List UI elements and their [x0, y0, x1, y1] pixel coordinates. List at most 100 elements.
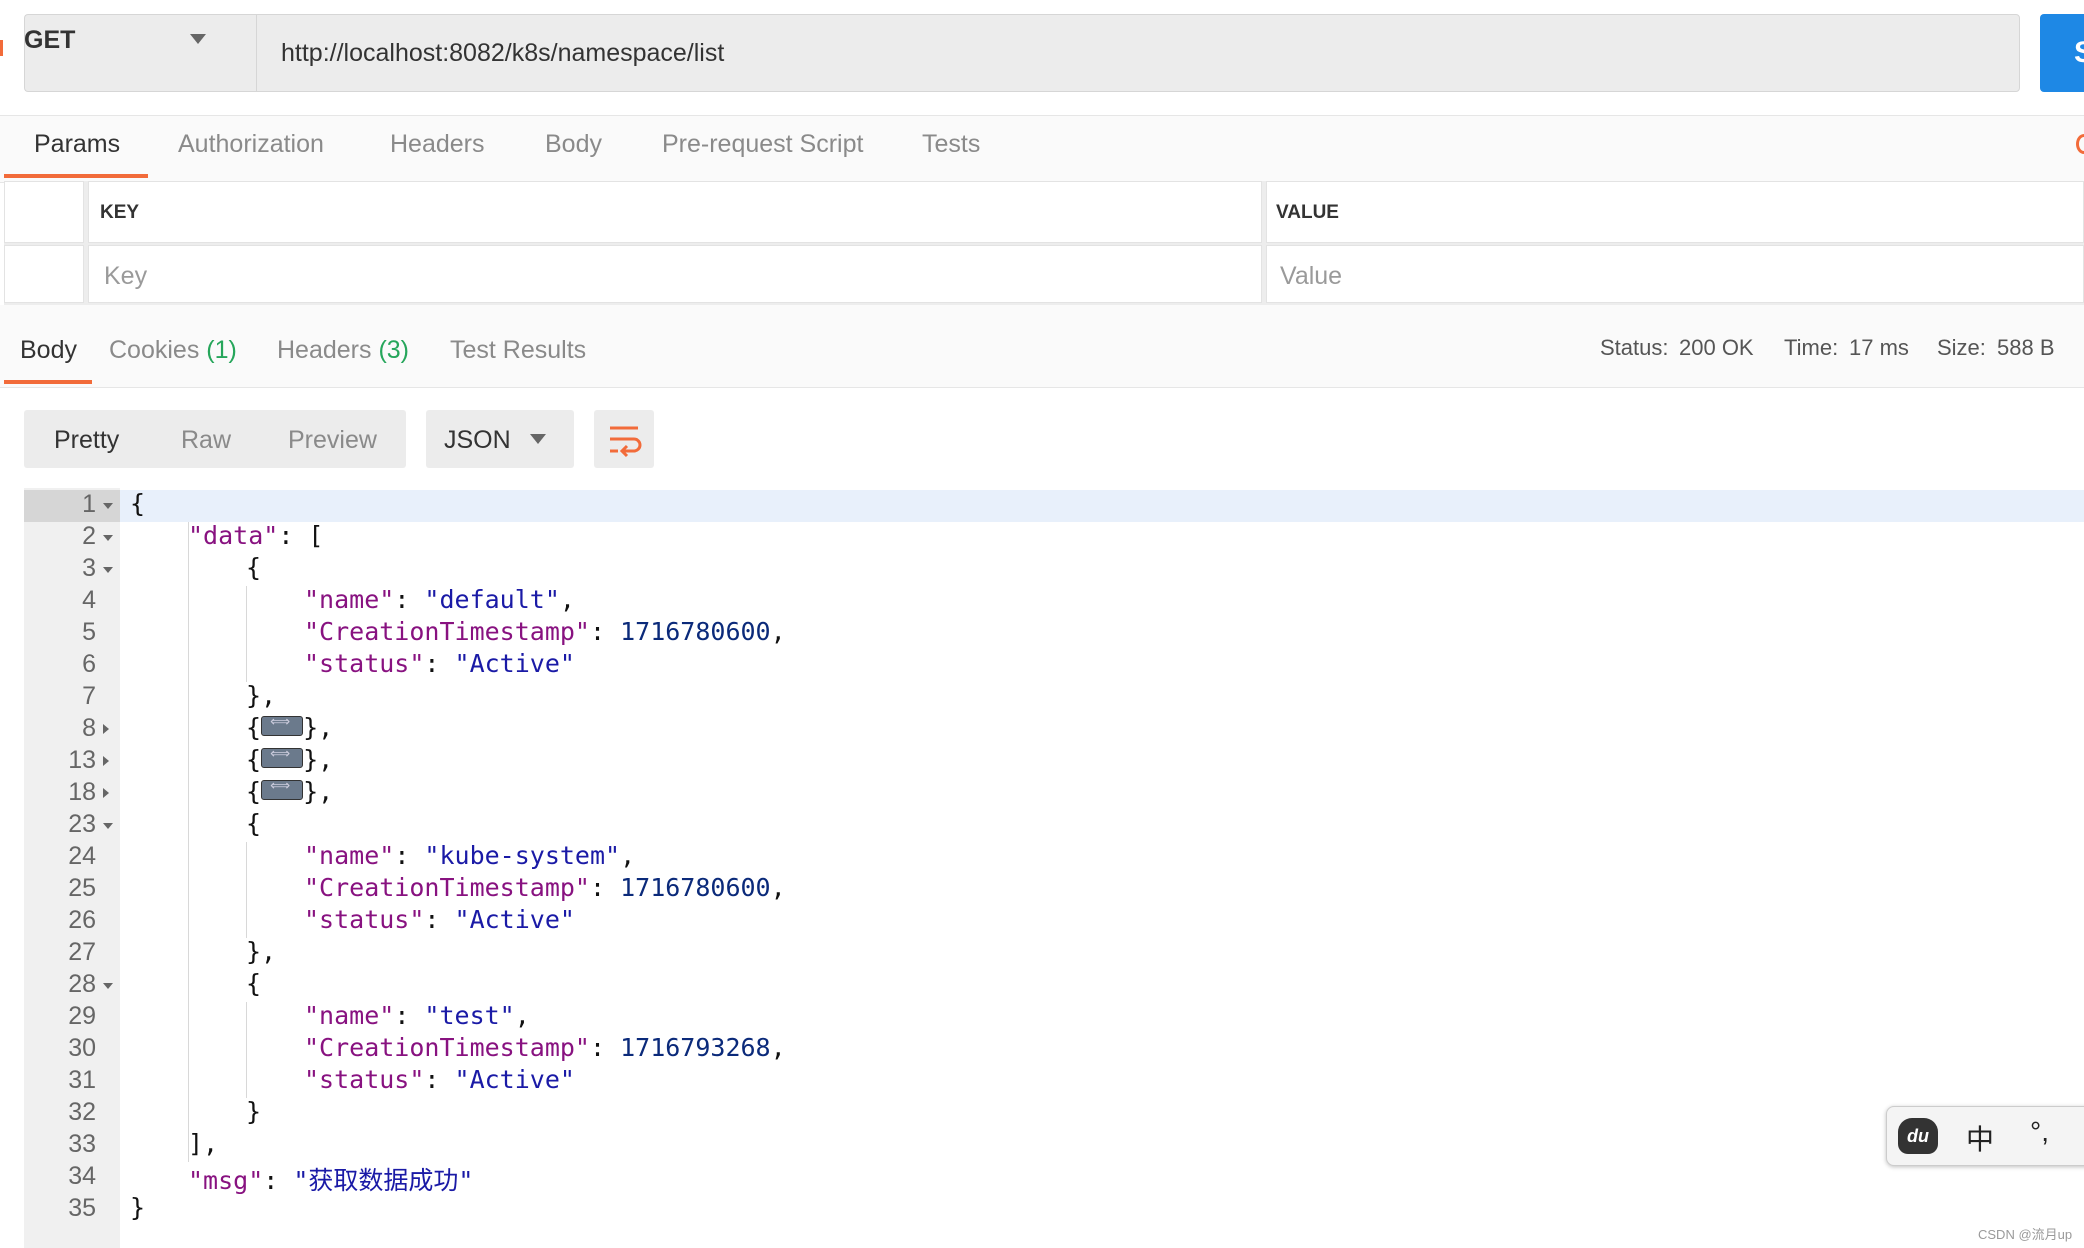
- fold-toggle-icon[interactable]: [103, 983, 113, 989]
- code-line: "name": "default",: [304, 585, 575, 614]
- format-select-value: JSON: [444, 426, 511, 454]
- param-value-input[interactable]: [1266, 245, 2084, 303]
- status-value: 200 OK: [1679, 335, 1754, 360]
- params-key-header-cell: [88, 181, 1262, 243]
- active-tab-indicator: [4, 174, 148, 178]
- wrap-lines-icon: [610, 426, 642, 458]
- tab-tests[interactable]: Tests: [922, 130, 980, 159]
- raw-button[interactable]: Raw: [181, 426, 231, 455]
- headers-label: Headers: [277, 336, 372, 364]
- unfold-toggle-icon[interactable]: [103, 756, 109, 766]
- line-number: 32: [68, 1098, 96, 1126]
- fold-toggle-icon[interactable]: [103, 535, 113, 541]
- line-number: 24: [68, 842, 96, 870]
- response-tab-test-results[interactable]: Test Results: [450, 336, 586, 365]
- params-value-header-cell: [1266, 181, 2084, 243]
- unfold-toggle-icon[interactable]: [103, 724, 109, 734]
- line-number: 8: [82, 714, 96, 742]
- fold-toggle-icon[interactable]: [103, 823, 113, 829]
- line-number: 35: [68, 1194, 96, 1222]
- chevron-down-icon[interactable]: [190, 34, 206, 44]
- response-tab-headers[interactable]: Headers (3): [277, 336, 409, 365]
- unfold-toggle-icon[interactable]: [103, 788, 109, 798]
- line-number: 18: [68, 778, 96, 806]
- url-input[interactable]: [256, 14, 2020, 92]
- line-number: 34: [68, 1162, 96, 1190]
- tab-pre-request-script[interactable]: Pre-request Script: [662, 130, 863, 159]
- json-key: "name": [304, 1001, 395, 1030]
- code-line: },: [246, 681, 277, 710]
- size-value: 588 B: [1997, 335, 2055, 360]
- pretty-button[interactable]: Pretty: [54, 426, 119, 455]
- line-number: 33: [68, 1130, 96, 1158]
- line-number: 31: [68, 1066, 96, 1094]
- line-number: 23: [68, 810, 96, 838]
- code-line: "name": "test",: [304, 1001, 530, 1030]
- tab-headers[interactable]: Headers: [390, 130, 485, 159]
- code-line: {: [246, 969, 262, 998]
- tab-params[interactable]: Params: [34, 130, 120, 159]
- json-string: "default": [424, 585, 560, 614]
- collapsed-block-icon[interactable]: [261, 746, 304, 768]
- json-key: "status": [304, 1065, 425, 1094]
- tab-authorization[interactable]: Authorization: [178, 130, 324, 159]
- ime-logo-icon[interactable]: du: [1898, 1118, 1938, 1154]
- json-key: "name": [304, 841, 395, 870]
- code-line: {},: [246, 745, 333, 774]
- code-line: "status": "Active": [304, 1065, 575, 1094]
- json-string: "test": [424, 1001, 515, 1030]
- active-line-highlight: [120, 490, 2084, 522]
- wrap-lines-button[interactable]: [594, 410, 654, 468]
- response-tab-cookies[interactable]: Cookies (1): [109, 336, 237, 365]
- line-number: 3: [82, 554, 96, 582]
- code-line: {: [130, 489, 146, 518]
- ime-punctuation-toggle[interactable]: °,: [2030, 1116, 2049, 1148]
- json-string: "Active": [454, 1065, 575, 1094]
- response-tab-body[interactable]: Body: [20, 336, 77, 365]
- status-label: Status:: [1600, 335, 1669, 360]
- time-label: Time:: [1784, 335, 1839, 360]
- json-string: "Active": [454, 649, 575, 678]
- tab-body[interactable]: Body: [545, 130, 602, 159]
- collapsed-block-icon[interactable]: [261, 714, 304, 736]
- json-string: "kube-system": [424, 841, 621, 870]
- line-number: 27: [68, 938, 96, 966]
- code-line: {: [246, 809, 262, 838]
- param-key-input[interactable]: [88, 245, 1262, 303]
- code-line: "CreationTimestamp": 1716793268,: [304, 1033, 786, 1062]
- params-checkbox-header: [4, 181, 84, 243]
- json-key: "name": [304, 585, 395, 614]
- code-line: {: [246, 553, 262, 582]
- json-key: "CreationTimestamp": [304, 873, 590, 902]
- line-number: 29: [68, 1002, 96, 1030]
- cookies-label: Cookies: [109, 336, 200, 364]
- active-response-tab-indicator: [4, 380, 92, 384]
- code-line: "name": "kube-system",: [304, 841, 636, 870]
- fold-toggle-icon[interactable]: [103, 567, 113, 573]
- collapsed-block-icon[interactable]: [261, 778, 304, 800]
- line-number: 2: [82, 522, 96, 550]
- json-key: "CreationTimestamp": [304, 1033, 590, 1062]
- indent-guide: [246, 586, 247, 682]
- preview-button[interactable]: Preview: [288, 426, 377, 455]
- json-key: "msg": [188, 1166, 264, 1195]
- headers-count: (3): [378, 336, 410, 364]
- fold-toggle-icon[interactable]: [103, 503, 113, 509]
- json-number: 1716793268: [620, 1033, 771, 1062]
- chevron-down-icon[interactable]: [530, 434, 546, 444]
- params-row-checkbox[interactable]: [4, 245, 84, 303]
- method-label: GET: [24, 26, 76, 54]
- line-number: 28: [68, 970, 96, 998]
- code-line: "CreationTimestamp": 1716780600,: [304, 617, 786, 646]
- json-key: "data": [188, 521, 279, 550]
- code-line: {},: [246, 777, 333, 806]
- code-line: }: [246, 1097, 262, 1126]
- json-string: "Active": [454, 905, 575, 934]
- json-key: "CreationTimestamp": [304, 617, 590, 646]
- send-button[interactable]: S: [2040, 14, 2084, 92]
- value-column-header: VALUE: [1276, 202, 1339, 223]
- ime-language-toggle[interactable]: 中: [1966, 1118, 1994, 1158]
- line-number: 30: [68, 1034, 96, 1062]
- indent-guide: [188, 522, 189, 1162]
- line-number: 6: [82, 650, 96, 678]
